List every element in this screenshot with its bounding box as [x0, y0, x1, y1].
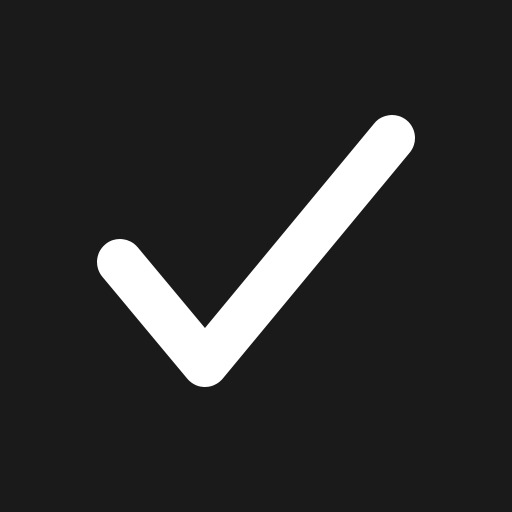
icon-canvas [0, 0, 512, 512]
checkmark-icon [97, 115, 415, 387]
checkmark-stroke [97, 115, 415, 387]
